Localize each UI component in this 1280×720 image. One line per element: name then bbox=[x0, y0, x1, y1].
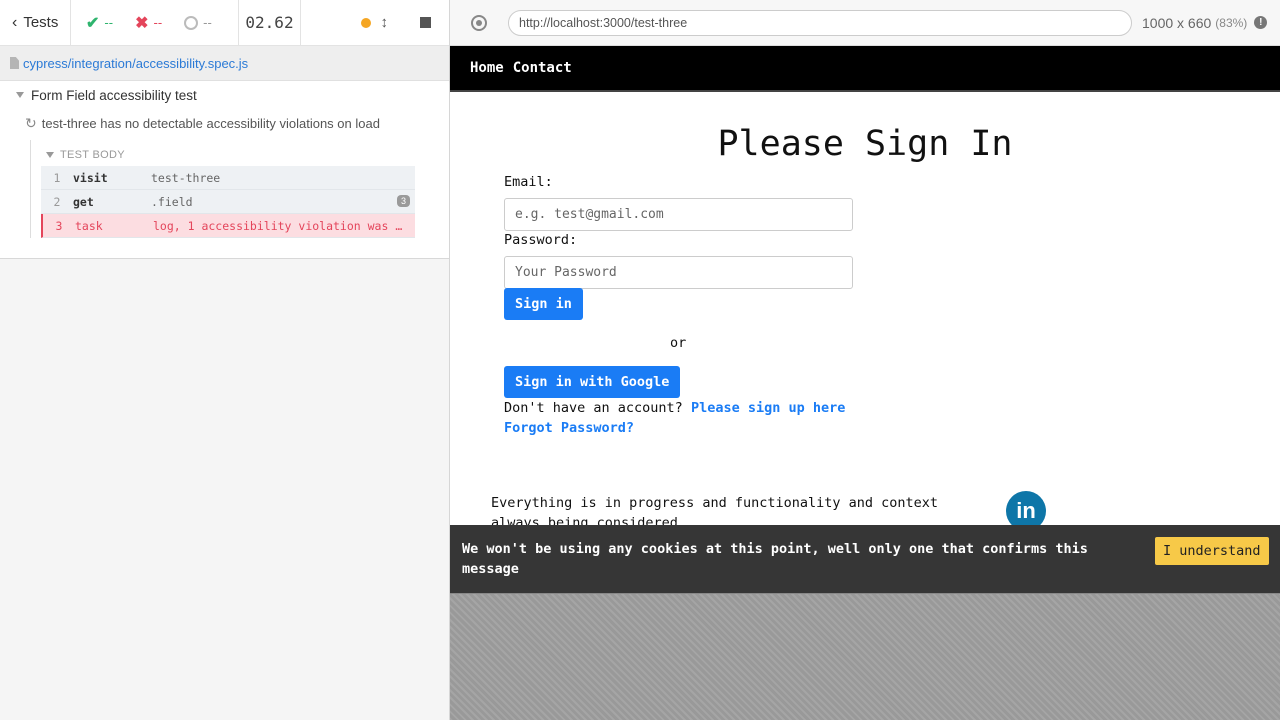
caret-down-icon bbox=[46, 152, 54, 158]
running-spinner-icon: ↻ bbox=[25, 114, 37, 131]
spec-file-row: cypress/integration/accessibility.spec.j… bbox=[0, 46, 449, 81]
running-status-icon bbox=[360, 17, 371, 28]
duration: 02.62 bbox=[239, 0, 301, 46]
command-message: .field bbox=[151, 194, 193, 209]
crosshair-icon bbox=[471, 14, 487, 31]
app-under-test-panel: http://localhost:3000/test-three 1000 x … bbox=[450, 0, 1280, 720]
suite-title-row[interactable]: Form Field accessibility test bbox=[0, 81, 449, 108]
aut-iframe: Home Contact Please Sign In Email: Passw… bbox=[450, 46, 1280, 593]
test-body: TEST BODY 1 visit test-three 2 get .fiel… bbox=[30, 140, 449, 238]
failed-stat: ✖ -- bbox=[135, 13, 162, 33]
test-suite: Form Field accessibility test ↻ test-thr… bbox=[0, 81, 449, 259]
or-separator: or bbox=[670, 335, 687, 351]
pending-ring-icon bbox=[184, 15, 199, 30]
no-account-text: Don't have an account? bbox=[504, 400, 683, 416]
pending-count: -- bbox=[203, 15, 212, 30]
viewport-info: 1000 x 660 (83%) ! bbox=[1142, 14, 1268, 31]
site-nav: Home Contact bbox=[450, 46, 1280, 92]
viewport-size: 1000 x 660 bbox=[1142, 14, 1212, 31]
aut-header: http://localhost:3000/test-three 1000 x … bbox=[450, 0, 1280, 46]
info-icon[interactable]: ! bbox=[1254, 16, 1268, 29]
aut-empty-area bbox=[450, 593, 1280, 720]
url-bar[interactable]: http://localhost:3000/test-three bbox=[508, 9, 1132, 36]
command-number: 1 bbox=[53, 170, 61, 185]
reporter-panel: ‹ Tests ✔ -- ✖ -- -- 02.62 ↕ cypress/int… bbox=[0, 0, 450, 720]
command-number: 3 bbox=[55, 218, 63, 233]
password-label: Password: bbox=[504, 232, 578, 248]
spec-file-link[interactable]: cypress/integration/accessibility.spec.j… bbox=[23, 56, 248, 71]
pending-stat: -- bbox=[184, 15, 212, 30]
selector-playground-button[interactable] bbox=[450, 14, 508, 31]
sign-in-button[interactable]: Sign in bbox=[504, 288, 583, 320]
element-count-badge: 3 bbox=[396, 195, 410, 207]
command-message: test-three bbox=[151, 170, 221, 185]
tests-button-label: Tests bbox=[23, 14, 59, 31]
command-row[interactable]: 2 get .field 3 bbox=[41, 190, 415, 214]
stats: ✔ -- ✖ -- -- bbox=[71, 0, 239, 46]
command-number: 2 bbox=[53, 194, 61, 209]
caret-down-icon bbox=[16, 92, 24, 98]
cookie-accept-button[interactable]: I understand bbox=[1155, 537, 1269, 565]
test-title: test-three has no detectable accessibili… bbox=[41, 115, 380, 131]
run-controls: ↕ bbox=[301, 0, 449, 46]
command-row-failed[interactable]: 3 task log, 1 accessibility violation wa… bbox=[41, 214, 415, 238]
tests-button[interactable]: ‹ Tests bbox=[0, 0, 71, 46]
passed-stat: ✔ -- bbox=[86, 13, 113, 33]
suite-title: Form Field accessibility test bbox=[31, 87, 197, 103]
forgot-password-link[interactable]: Forgot Password? bbox=[504, 420, 634, 436]
nav-contact-link[interactable]: Contact bbox=[513, 60, 572, 76]
cookie-consent-bar: We won't be using any cookies at this po… bbox=[450, 525, 1280, 593]
test-title-row[interactable]: ↻ test-three has no detectable accessibi… bbox=[0, 108, 449, 138]
failed-count: -- bbox=[153, 15, 163, 30]
command-row[interactable]: 1 visit test-three bbox=[41, 166, 415, 190]
command-name: task bbox=[75, 218, 103, 233]
passed-count: -- bbox=[104, 15, 114, 30]
signup-link[interactable]: Please sign up here bbox=[691, 400, 845, 416]
viewport-scale: (83%) bbox=[1215, 15, 1248, 30]
test-body-label: TEST BODY bbox=[60, 149, 125, 161]
command-message: log, 1 accessibility violation was detec… bbox=[153, 218, 408, 233]
command-log: 1 visit test-three 2 get .field 3 3 task… bbox=[41, 166, 415, 238]
command-name: visit bbox=[73, 170, 108, 185]
auto-scroll-toggle-icon[interactable]: ↕ bbox=[381, 14, 389, 31]
reporter-header: ‹ Tests ✔ -- ✖ -- -- 02.62 ↕ bbox=[0, 0, 449, 46]
signup-prompt: Don't have an account? Please sign up he… bbox=[504, 400, 845, 416]
command-name: get bbox=[73, 194, 94, 209]
check-icon: ✔ bbox=[86, 14, 100, 32]
google-sign-in-button[interactable]: Sign in with Google bbox=[504, 366, 681, 398]
x-icon: ✖ bbox=[135, 14, 149, 32]
cookie-message: We won't be using any cookies at this po… bbox=[462, 541, 1088, 577]
email-label: Email: bbox=[504, 174, 553, 190]
page-title: Please Sign In bbox=[717, 124, 1013, 164]
email-field[interactable] bbox=[504, 198, 853, 231]
password-field[interactable] bbox=[504, 256, 853, 289]
nav-home-link[interactable]: Home bbox=[470, 60, 504, 76]
test-body-header[interactable]: TEST BODY bbox=[31, 144, 449, 166]
chevron-left-icon: ‹ bbox=[12, 13, 18, 31]
stop-button-icon[interactable] bbox=[420, 17, 431, 28]
file-icon bbox=[10, 57, 19, 69]
